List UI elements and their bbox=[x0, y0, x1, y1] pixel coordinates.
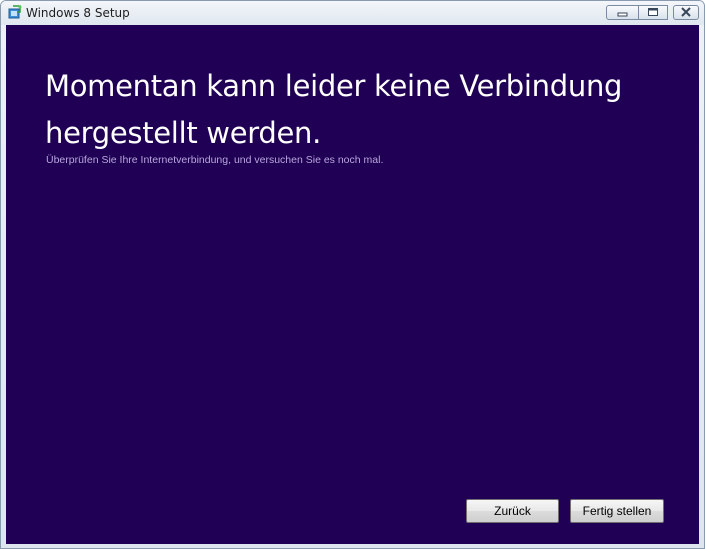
finish-button[interactable]: Fertig stellen bbox=[570, 499, 664, 523]
maximize-button[interactable] bbox=[639, 5, 668, 20]
minimize-icon bbox=[617, 4, 629, 22]
minimize-button[interactable] bbox=[606, 5, 639, 20]
window-title: Windows 8 Setup bbox=[26, 6, 130, 20]
title-bar[interactable]: Windows 8 Setup bbox=[1, 1, 704, 25]
page-title: Momentan kann leider keine Verbindung he… bbox=[45, 69, 623, 150]
setup-content-panel: Momentan kann leider keine Verbindung he… bbox=[6, 25, 699, 544]
maximize-icon bbox=[647, 4, 659, 22]
setup-window: Windows 8 Setup Momentan kann leider kei… bbox=[0, 0, 705, 549]
setup-app-icon bbox=[8, 5, 22, 19]
close-button[interactable] bbox=[673, 5, 699, 20]
error-description: Überprüfen Sie Ihre Internetverbindung, … bbox=[46, 154, 384, 166]
back-button[interactable]: Zurück bbox=[466, 499, 559, 523]
close-icon bbox=[680, 4, 692, 22]
